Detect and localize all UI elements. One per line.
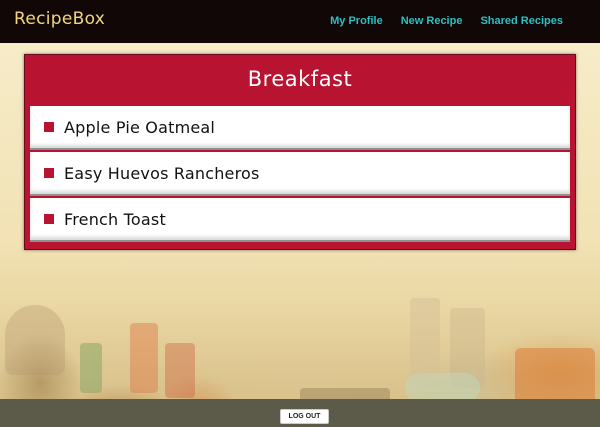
- footer-bar: LOG OUT: [0, 399, 600, 427]
- recipe-name: French Toast: [64, 209, 166, 229]
- recipe-name: Apple Pie Oatmeal: [64, 117, 216, 137]
- bullet-square-icon: [44, 168, 54, 178]
- recipe-list-item[interactable]: French Toast: [30, 198, 570, 242]
- recipe-list-item[interactable]: Easy Huevos Rancheros: [30, 152, 570, 196]
- background-decoration: [165, 343, 195, 398]
- background-decoration: [5, 305, 65, 375]
- recipe-name: Easy Huevos Rancheros: [64, 163, 260, 183]
- nav-shared-recipes-link[interactable]: Shared Recipes: [480, 15, 563, 27]
- recipe-list-item[interactable]: Apple Pie Oatmeal: [30, 106, 570, 150]
- category-card: Breakfast Apple Pie Oatmeal Easy Huevos …: [24, 54, 576, 250]
- bullet-square-icon: [44, 122, 54, 132]
- category-title: Breakfast: [247, 67, 353, 91]
- background-decoration: [130, 323, 158, 393]
- logout-button[interactable]: LOG OUT: [280, 409, 329, 424]
- nav-links: My Profile New Recipe Shared Recipes: [330, 15, 563, 27]
- nav-new-recipe-link[interactable]: New Recipe: [401, 15, 463, 27]
- brand-logo[interactable]: RecipeBox: [14, 9, 105, 29]
- background-decoration: [80, 343, 102, 393]
- top-navbar: RecipeBox My Profile New Recipe Shared R…: [0, 0, 600, 43]
- nav-my-profile-link[interactable]: My Profile: [330, 15, 383, 27]
- bullet-square-icon: [44, 214, 54, 224]
